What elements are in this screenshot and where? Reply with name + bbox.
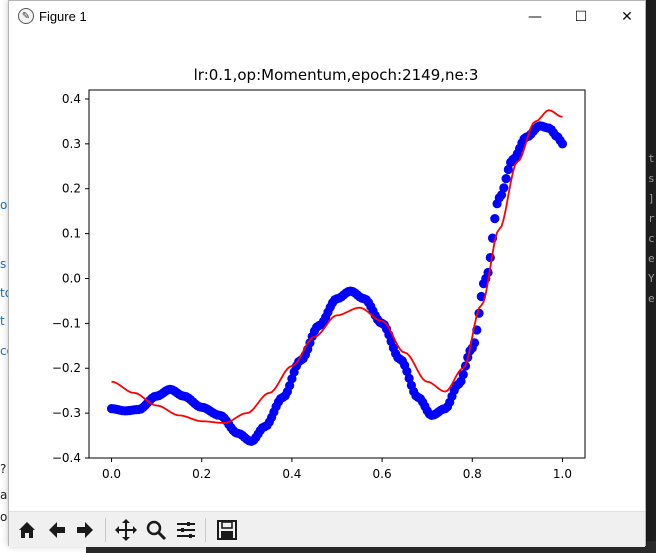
background-text-fragment: t <box>0 314 5 328</box>
scatter-point <box>501 174 511 184</box>
y-tick-label: −0.2 <box>52 361 81 375</box>
background-text-fragment: e <box>648 292 655 305</box>
y-tick-label: −0.3 <box>52 406 81 420</box>
title-bar[interactable]: ✎ Figure 1 — ☐ ✕ <box>9 1 645 32</box>
background-text-fragment: c <box>648 232 655 245</box>
y-tick-label: 0.2 <box>62 182 81 196</box>
background-text-fragment: o <box>0 510 8 524</box>
close-icon: ✕ <box>621 8 633 25</box>
x-tick-label: 0.4 <box>282 467 301 481</box>
close-button[interactable]: ✕ <box>604 1 650 32</box>
background-text-fragment: ? <box>0 462 7 476</box>
background-text-fragment: o <box>0 198 8 212</box>
background-text-fragment: t <box>648 152 655 165</box>
toolbar-separator <box>205 518 206 542</box>
figure-window: ✎ Figure 1 — ☐ ✕ lr:0.1,op:Momentum,epoc… <box>8 0 646 547</box>
background-text-fragment: e <box>648 252 655 265</box>
figure-canvas[interactable]: lr:0.1,op:Momentum,epoch:2149,ne:3 0.0 0.… <box>9 32 645 510</box>
y-axis: −0.4 −0.3 −0.2 −0.1 0.0 0.1 0.2 0.3 0.4 <box>52 92 89 465</box>
save-icon <box>217 520 237 540</box>
background-text-fragment: s <box>0 257 7 271</box>
home-icon <box>19 522 35 538</box>
maximize-icon: ☐ <box>574 8 588 25</box>
zoom-button[interactable] <box>142 516 170 544</box>
window-title: Figure 1 <box>39 9 87 24</box>
scatter-point <box>485 252 495 263</box>
back-button[interactable] <box>43 516 71 544</box>
scatter-point <box>483 267 493 278</box>
background-text-fragment: ] <box>648 192 655 205</box>
minimize-icon: — <box>528 8 542 25</box>
pan-button[interactable] <box>112 516 140 544</box>
toolbar-separator <box>105 518 106 542</box>
background-text-fragment: r <box>648 212 655 225</box>
x-axis: 0.0 0.2 0.4 0.6 0.8 1.0 <box>102 458 572 481</box>
x-tick-label: 0.2 <box>192 467 211 481</box>
background-text-fragment: s <box>648 172 655 185</box>
pan-icon <box>115 519 137 541</box>
maximize-button[interactable]: ☐ <box>558 1 604 32</box>
scatter-point <box>557 139 568 149</box>
home-button[interactable] <box>13 516 41 544</box>
configure-subplots-button[interactable] <box>172 516 200 544</box>
plot-area-frame <box>88 89 586 459</box>
back-arrow-icon <box>49 522 65 538</box>
forward-arrow-icon <box>77 522 93 538</box>
x-tick-label: 0.6 <box>373 467 392 481</box>
matplotlib-app-icon: ✎ <box>18 8 34 24</box>
y-tick-label: −0.4 <box>52 451 81 465</box>
background-right-strip: t s] r c e Ye <box>646 0 656 553</box>
y-tick-label: 0.4 <box>62 92 81 106</box>
forward-button[interactable] <box>71 516 99 544</box>
x-tick-label: 0.8 <box>463 467 482 481</box>
background-text-fragment: a <box>0 488 8 502</box>
y-tick-label: 0.3 <box>62 137 81 151</box>
chart-svg: lr:0.1,op:Momentum,epoch:2149,ne:3 0.0 0.… <box>52 66 586 481</box>
y-tick-label: 0.0 <box>62 271 81 285</box>
y-tick-label: 0.1 <box>62 227 81 241</box>
scatter-point <box>499 183 509 193</box>
configure-subplots-icon <box>177 522 195 538</box>
scatter-point <box>490 214 500 224</box>
save-button[interactable] <box>213 516 241 544</box>
background-text-fragment: Y <box>648 272 655 285</box>
x-tick-label: 1.0 <box>553 467 572 481</box>
minimize-button[interactable]: — <box>512 1 558 32</box>
x-tick-label: 0.0 <box>102 467 121 481</box>
zoom-icon <box>146 520 167 541</box>
navigation-toolbar <box>9 511 645 547</box>
chart-title: lr:0.1,op:Momentum,epoch:2149,ne:3 <box>194 66 479 84</box>
y-tick-label: −0.1 <box>52 316 81 330</box>
